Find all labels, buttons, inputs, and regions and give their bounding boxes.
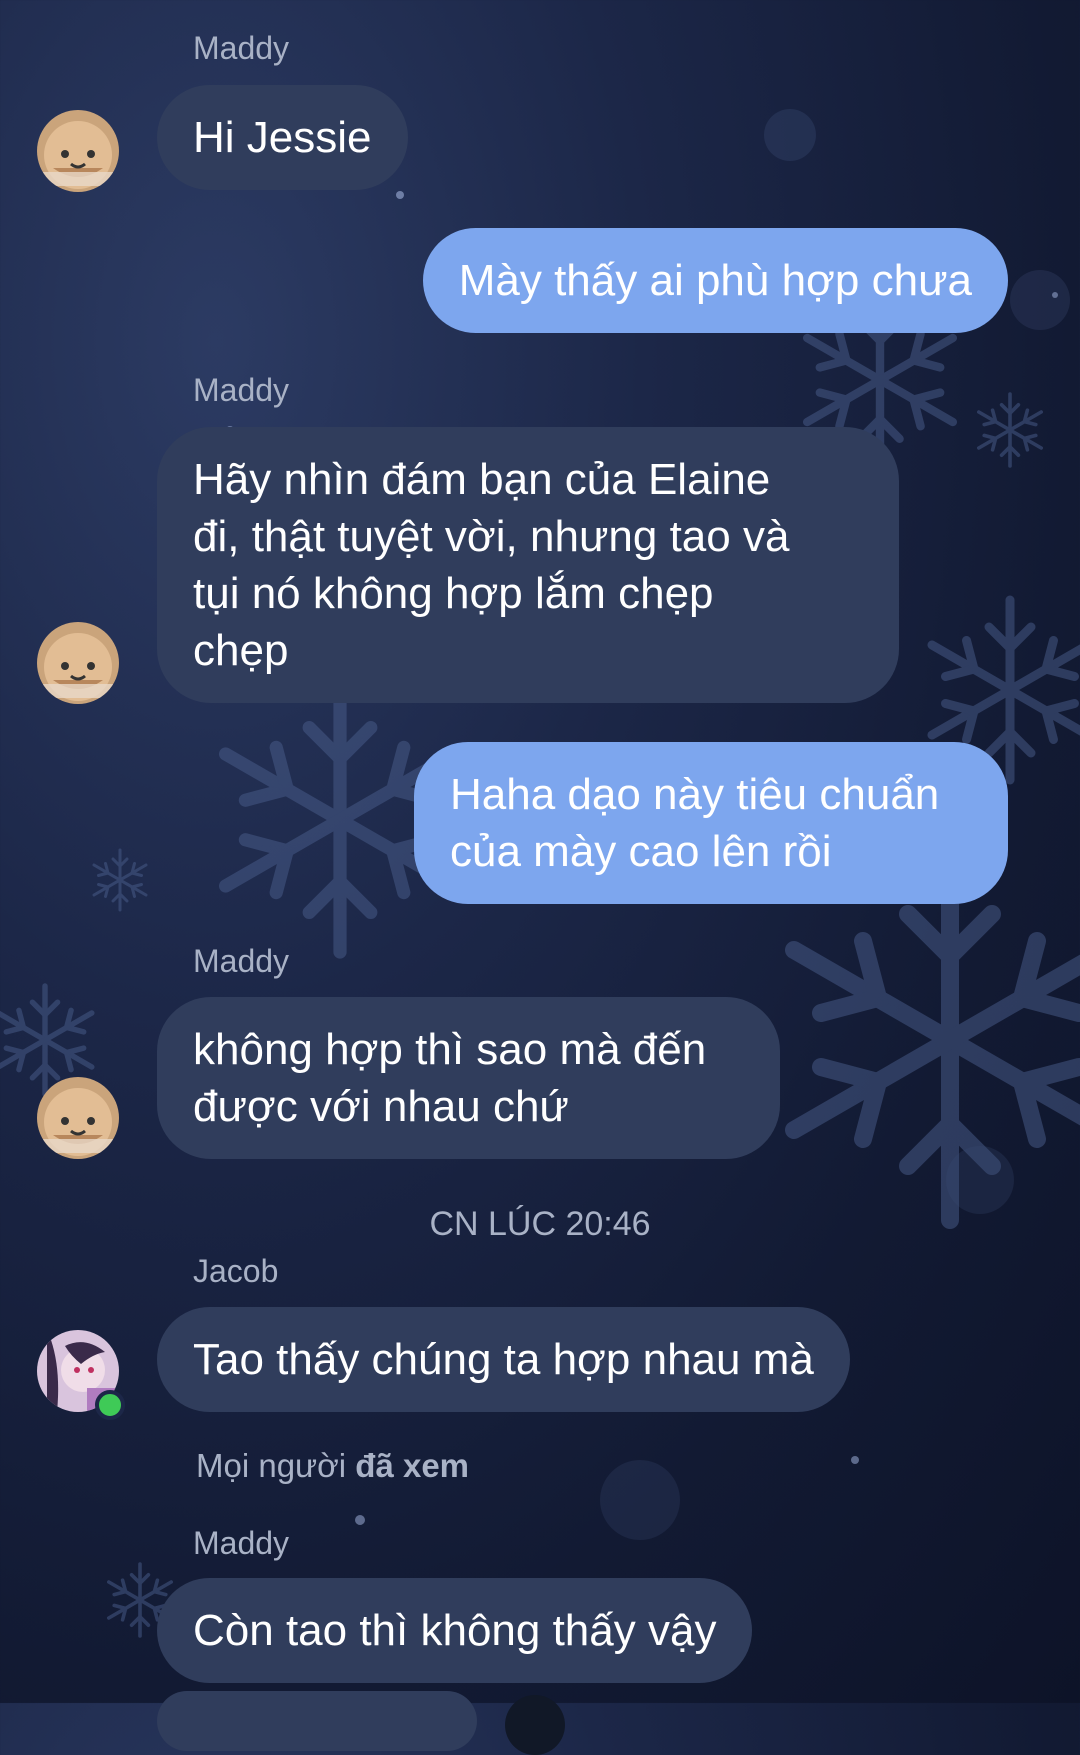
maddy-avatar[interactable] (37, 622, 119, 704)
chat-thread: Maddy Hi Jessie Mày thấy ai phù hợp chưa… (0, 0, 1080, 1755)
message-line: của mày cao lên rồi (450, 827, 832, 876)
message-line: tụi nó không hợp lắm chẹp (193, 569, 714, 618)
message-bubble[interactable]: Tao thấy chúng ta hợp nhau mà (157, 1307, 850, 1412)
sender-name: Maddy (193, 372, 290, 408)
sender-name: Jacob (193, 1253, 279, 1289)
message-bubble[interactable]: Hãy nhìn đám bạn của Elaine đi, thật tuy… (157, 427, 899, 703)
message-line: Hãy nhìn đám bạn của Elaine (193, 455, 771, 504)
seen-status: Mọi người đã xem (196, 1447, 469, 1485)
message-line: không hợp thì sao mà đến (193, 1025, 707, 1074)
sender-name: Maddy (193, 30, 290, 66)
avatar-image (37, 1077, 119, 1159)
maddy-avatar[interactable] (37, 1077, 119, 1159)
maddy-avatar[interactable] (37, 110, 119, 192)
seen-status-emphasis: đã xem (355, 1447, 470, 1484)
seen-status-prefix: Mọi người (196, 1447, 347, 1484)
message-line: được với nhau chứ (193, 1082, 569, 1131)
message-line: Haha dạo này tiêu chuẩn (450, 770, 940, 819)
message-line: chẹp (193, 626, 289, 675)
message-line: đi, thật tuyệt vời, nhưng tao và (193, 512, 790, 561)
message-bubble-partial[interactable] (157, 1691, 477, 1751)
timestamp: CN LÚC 20:46 (429, 1205, 651, 1243)
sender-name: Maddy (193, 943, 290, 979)
online-status-indicator (95, 1390, 125, 1420)
avatar-image (37, 622, 119, 704)
sender-name: Maddy (193, 1525, 290, 1561)
message-bubble[interactable]: Hi Jessie (157, 85, 408, 190)
message-bubble[interactable]: không hợp thì sao mà đến được với nhau c… (157, 997, 780, 1159)
message-bubble-outgoing[interactable]: Mày thấy ai phù hợp chưa (422, 228, 1008, 333)
message-bubble-outgoing[interactable]: Haha dạo này tiêu chuẩn của mày cao lên … (414, 742, 1008, 904)
avatar-image (37, 110, 119, 192)
message-avatar-partial (505, 1695, 565, 1755)
message-bubble[interactable]: Còn tao thì không thấy vậy (157, 1578, 753, 1683)
